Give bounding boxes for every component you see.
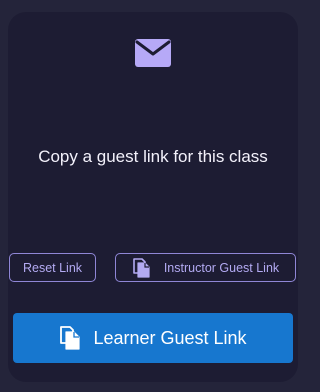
guest-link-message: Copy a guest link for this class	[38, 147, 268, 166]
copy-icon	[59, 326, 81, 350]
mail-icon	[135, 39, 171, 67]
learner-guest-link-button[interactable]: Learner Guest Link	[13, 313, 293, 363]
guest-link-card: Copy a guest link for this class Reset L…	[8, 12, 298, 382]
copy-icon	[132, 257, 152, 278]
reset-link-label: Reset Link	[22, 260, 83, 275]
instructor-guest-link-label: Instructor Guest Link	[163, 260, 280, 275]
learner-guest-link-label: Learner Guest Link	[93, 327, 247, 348]
reset-link-button[interactable]: Reset Link	[9, 253, 96, 282]
instructor-guest-link-button[interactable]: Instructor Guest Link	[115, 253, 296, 282]
